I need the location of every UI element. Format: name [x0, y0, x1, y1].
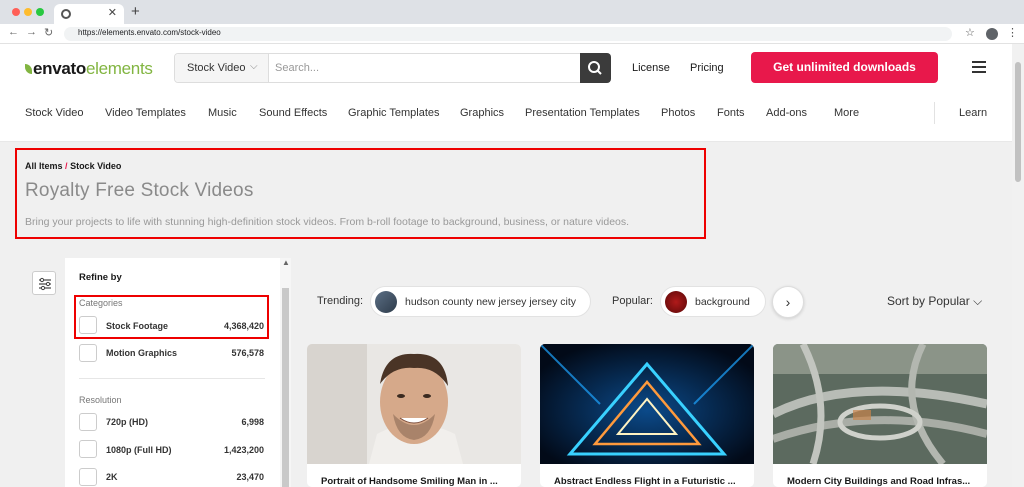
video-card[interactable]: Portrait of Handsome Smiling Man in ...	[307, 344, 521, 487]
trending-label: Trending:	[317, 295, 364, 307]
browser-menu-icon[interactable]: ⋮	[1007, 26, 1018, 39]
trending-term: hudson county new jersey jersey city	[405, 296, 576, 308]
count-2k: 23,470	[236, 472, 264, 482]
chevron-right-icon[interactable]: ›	[772, 286, 804, 318]
minimize-window-button[interactable]	[24, 8, 32, 16]
close-window-button[interactable]	[12, 8, 20, 16]
video-card[interactable]: Abstract Endless Flight in a Futuristic …	[540, 344, 754, 487]
filter-toggle-button[interactable]	[32, 271, 56, 295]
page-scrollbar-thumb[interactable]	[1015, 62, 1021, 182]
nav-divider	[934, 102, 935, 124]
count-motion-graphics: 576,578	[231, 348, 264, 358]
nav-fonts[interactable]: Fonts	[717, 107, 745, 119]
reload-icon[interactable]: ↻	[44, 26, 53, 39]
option-motion-graphics[interactable]: Motion Graphics	[106, 348, 177, 358]
search-button[interactable]	[580, 53, 611, 83]
bookmark-star-icon[interactable]: ☆	[965, 26, 975, 39]
nav-sound-effects[interactable]: Sound Effects	[259, 107, 327, 119]
page-scrollbar[interactable]	[1012, 44, 1024, 487]
option-1080p[interactable]: 1080p (Full HD)	[106, 445, 172, 455]
video-thumbnail[interactable]	[773, 344, 987, 467]
checkbox-motion-graphics[interactable]	[79, 344, 97, 362]
nav-graphics[interactable]: Graphics	[460, 107, 504, 119]
search-type-label: Stock Video	[187, 62, 246, 74]
nav-graphic-templates[interactable]: Graphic Templates	[348, 107, 440, 119]
nav-add-ons[interactable]: Add-ons	[766, 107, 807, 119]
search-bar: Stock Video ⌵	[174, 53, 611, 83]
search-type-dropdown[interactable]: Stock Video ⌵	[175, 54, 269, 82]
logo-text-elements: elements	[86, 59, 153, 78]
site-header: envatoelements Stock Video ⌵ License Pri…	[0, 44, 1012, 142]
sidebar-divider	[79, 378, 265, 379]
chrome-favicon-icon	[61, 9, 71, 19]
search-icon	[588, 61, 602, 75]
sidebar-scrollbar-thumb[interactable]	[282, 288, 289, 487]
video-thumbnail[interactable]	[307, 344, 521, 464]
count-1080p: 1,423,200	[223, 445, 264, 455]
page-description: Bring your projects to life with stunnin…	[25, 216, 630, 228]
forward-icon[interactable]: →	[26, 26, 37, 38]
popular-chip[interactable]: background	[660, 286, 766, 317]
pricing-link[interactable]: Pricing	[690, 62, 724, 74]
address-bar: ← → ↻ https://elements.envato.com/stock-…	[0, 24, 1024, 44]
trending-chip[interactable]: hudson county new jersey jersey city	[370, 286, 591, 317]
nav-video-templates[interactable]: Video Templates	[105, 107, 186, 119]
url-text: https://elements.envato.com/stock-video	[78, 28, 221, 37]
video-card[interactable]: Modern City Buildings and Road Infras...	[773, 344, 987, 487]
url-field[interactable]: https://elements.envato.com/stock-video	[64, 27, 952, 41]
license-link[interactable]: License	[632, 62, 670, 74]
nav-stock-video[interactable]: Stock Video	[25, 107, 84, 119]
option-720p[interactable]: 720p (HD)	[106, 417, 148, 427]
sort-dropdown[interactable]: Sort by Popular ⌵	[887, 294, 982, 309]
video-title[interactable]: Abstract Endless Flight in a Futuristic …	[554, 476, 736, 487]
breadcrumb-stock-video[interactable]: Stock Video	[70, 161, 121, 171]
hamburger-menu-icon[interactable]	[972, 61, 986, 73]
back-icon[interactable]: ←	[8, 26, 19, 38]
count-720p: 6,998	[241, 417, 264, 427]
profile-icon[interactable]	[986, 28, 998, 40]
page-title: Royalty Free Stock Videos	[25, 180, 254, 201]
nav-more[interactable]: More	[834, 107, 859, 119]
nav-presentation-templates[interactable]: Presentation Templates	[525, 107, 640, 119]
scroll-up-icon[interactable]: ▲	[282, 258, 290, 267]
sort-label: Sort by Popular	[887, 294, 970, 308]
checkbox-2k[interactable]	[79, 468, 97, 486]
search-input[interactable]	[275, 59, 575, 77]
nav-learn[interactable]: Learn	[959, 107, 987, 119]
chevron-down-icon: ⌵	[250, 61, 258, 72]
video-thumbnail[interactable]	[540, 344, 754, 464]
background-thumbnail-icon	[665, 291, 687, 313]
envato-elements-logo[interactable]: envatoelements	[25, 59, 153, 79]
breadcrumb-separator: /	[65, 161, 68, 171]
maximize-window-button[interactable]	[36, 8, 44, 16]
chevron-down-icon: ⌵	[973, 294, 983, 308]
new-tab-icon[interactable]: +	[131, 3, 140, 20]
breadcrumb-all-items[interactable]: All Items	[25, 161, 63, 171]
breadcrumb: All Items / Stock Video	[25, 161, 121, 171]
option-2k[interactable]: 2K	[106, 472, 118, 482]
checkbox-1080p[interactable]	[79, 440, 97, 458]
popular-term: background	[695, 296, 750, 308]
video-title[interactable]: Modern City Buildings and Road Infras...	[787, 476, 970, 487]
video-title[interactable]: Portrait of Handsome Smiling Man in ...	[321, 476, 498, 487]
sidebar-scrollbar[interactable]: ▲	[280, 258, 291, 487]
resolution-heading: Resolution	[79, 395, 122, 405]
sliders-icon	[39, 277, 51, 291]
get-unlimited-downloads-button[interactable]: Get unlimited downloads	[751, 52, 938, 83]
browser-tab-bar: ✕ +	[0, 0, 1024, 24]
close-tab-icon[interactable]: ✕	[108, 6, 117, 19]
checkbox-720p[interactable]	[79, 413, 97, 431]
leaf-icon	[25, 64, 32, 74]
refine-panel: Refine by Categories Stock Footage 4,368…	[65, 258, 280, 487]
nav-music[interactable]: Music	[208, 107, 237, 119]
nav-photos[interactable]: Photos	[661, 107, 695, 119]
city-thumbnail-icon	[375, 291, 397, 313]
popular-label: Popular:	[612, 295, 653, 307]
browser-tab[interactable]: ✕	[54, 4, 124, 24]
categories-highlight-box	[74, 295, 269, 339]
logo-text-envato: envato	[33, 59, 86, 78]
refine-title: Refine by	[79, 272, 122, 283]
